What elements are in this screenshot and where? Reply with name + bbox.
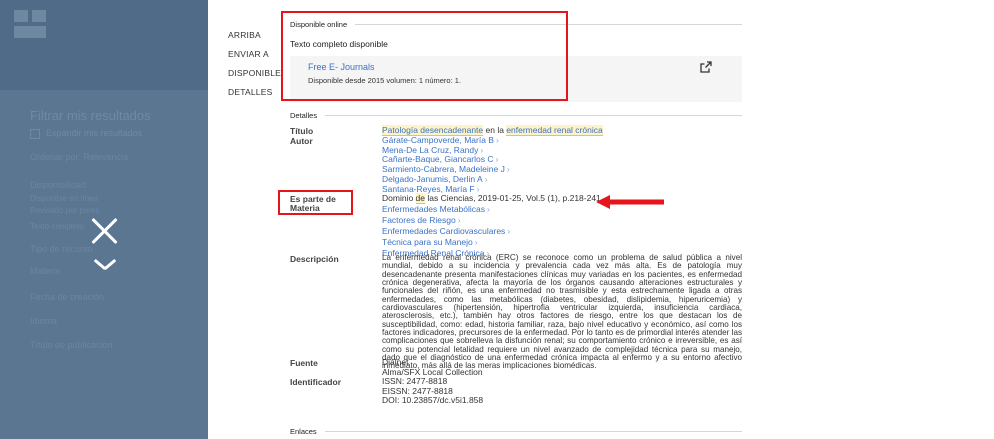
section-nav: ARRIBA ENVIAR A DISPONIBLE DETALLES — [228, 30, 281, 106]
subject-link[interactable]: Enfermedades Cardiovasculares › — [382, 226, 510, 237]
external-link-icon[interactable] — [700, 61, 712, 73]
details-header: Detalles — [290, 111, 742, 120]
filter-sort[interactable]: Ordenar por: Relevancia — [30, 152, 128, 162]
filter-full-text[interactable]: Texto completo — [30, 222, 84, 231]
nav-available[interactable]: DISPONIBLE — [228, 68, 281, 78]
filter-publication-title[interactable]: Título de publicación — [30, 340, 113, 350]
filter-online[interactable]: Disponible en línea — [30, 194, 98, 203]
identifier-label: Identificador — [290, 377, 342, 387]
source-label: Fuente — [290, 358, 318, 368]
identifier-list: ISSN: 2477-8818 EISSN: 2477-8818 DOI: 10… — [382, 376, 484, 406]
links-header-text: Enlaces — [290, 427, 317, 436]
nav-send-to[interactable]: ENVIAR A — [228, 49, 281, 59]
title-part-3: enfermedad renal crónica — [506, 125, 603, 136]
links-header: Enlaces — [290, 427, 742, 436]
nav-top[interactable]: ARRIBA — [228, 30, 281, 40]
record-page: Filtrar mis resultados Expandir mis resu… — [0, 0, 994, 439]
expand-results-checkbox[interactable]: Expandir mis resultados — [30, 128, 142, 139]
subject-link[interactable]: Factores de Riesgo › — [382, 215, 510, 226]
filter-sidebar: Filtrar mis resultados Expandir mis resu… — [0, 0, 208, 439]
author-label: Autor — [290, 136, 313, 146]
filter-subject[interactable]: Materia — [30, 266, 60, 276]
description-label: Descripción — [290, 254, 339, 264]
checkbox-box[interactable] — [30, 128, 40, 139]
filter-availability[interactable]: Disponibilidad — [30, 180, 86, 190]
source-list: Dialnet Alma/SFX Local Collection — [382, 357, 483, 377]
close-icon[interactable] — [90, 216, 120, 246]
filter-peer-reviewed[interactable]: Revisado por pares — [30, 206, 99, 215]
annotation-highlight-is-part-of — [278, 190, 353, 215]
author-list: Gárate-Campoverde, María B › Mena-De La C… — [382, 135, 510, 194]
chevron-down-icon[interactable] — [93, 258, 117, 272]
nav-details[interactable]: DETALLES — [228, 87, 281, 97]
is-part-of-value: Dominio de las Ciencias, 2019-01-25, Vol… — [382, 193, 601, 204]
library-logo — [14, 10, 70, 40]
filters-title: Filtrar mis resultados — [30, 108, 151, 123]
expand-results-label: Expandir mis resultados — [46, 128, 143, 138]
subject-link[interactable]: Técnica para su Manejo › — [382, 237, 510, 248]
description-text: La enfermedad renal crónica (ERC) se rec… — [382, 253, 742, 371]
sidebar-header — [0, 0, 208, 90]
filter-language[interactable]: Idioma — [30, 316, 57, 326]
filter-creation-date[interactable]: Fecha de creación — [30, 292, 104, 302]
annotation-highlight-availability — [281, 11, 568, 101]
title-part-2: en la — [483, 125, 507, 135]
subject-link[interactable]: Enfermedades Metabólicas › — [382, 204, 510, 215]
identifier-item: DOI: 10.23857/dc.v5i1.858 — [382, 395, 484, 406]
annotation-arrow-icon — [596, 195, 664, 209]
title-label: Título — [290, 126, 314, 136]
filter-resource-type[interactable]: Tipo de recurso — [30, 244, 92, 254]
subject-list: Enfermedades Metabólicas › Factores de Ri… — [382, 204, 510, 259]
details-header-text: Detalles — [290, 111, 318, 120]
